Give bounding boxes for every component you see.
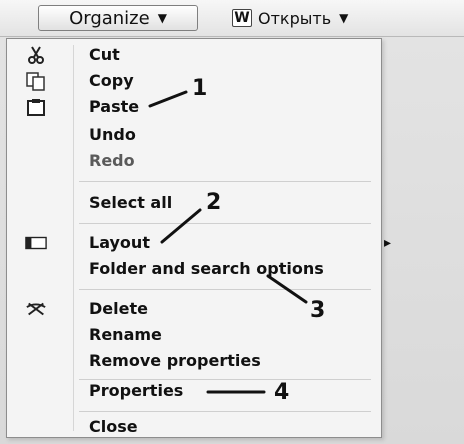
annotation-number-4: 4	[274, 380, 290, 405]
menu-item-label: Remove properties	[89, 351, 261, 370]
chevron-right-icon: ▸	[383, 235, 391, 251]
menu-item-label: Close	[89, 417, 138, 436]
menu-item-label: Cut	[89, 45, 120, 64]
word-icon: W	[232, 9, 252, 27]
menu-item-rename[interactable]: Rename	[7, 323, 383, 347]
menu-separator	[79, 289, 371, 290]
menu-item-label: Select all	[89, 193, 173, 212]
menu-item-label: Rename	[89, 325, 162, 344]
paste-icon	[25, 97, 47, 117]
open-button[interactable]: W Открыть ▼	[232, 5, 422, 31]
organize-button[interactable]: Organize ▼	[38, 5, 198, 31]
annotation-number-3: 3	[310, 298, 326, 323]
menu-item-undo[interactable]: Undo	[7, 123, 383, 147]
menu-item-close[interactable]: Close	[7, 415, 383, 439]
toolbar: Organize ▼ W Открыть ▼	[0, 0, 464, 37]
menu-separator	[79, 181, 371, 182]
menu-item-properties[interactable]: Properties	[7, 379, 383, 403]
scissors-icon	[25, 45, 47, 65]
menu-item-label: Delete	[89, 299, 148, 318]
menu-item-layout[interactable]: Layout ▸	[7, 231, 391, 255]
menu-item-label: Folder and search options	[89, 259, 324, 278]
menu-item-folder-and-search-options[interactable]: Folder and search options	[7, 257, 383, 281]
layout-icon	[25, 233, 47, 253]
copy-icon	[25, 71, 47, 91]
delete-icon	[25, 299, 47, 319]
menu-separator	[79, 223, 371, 224]
annotation-number-1: 1	[192, 76, 208, 101]
menu-item-label: Layout	[89, 233, 150, 252]
menu-item-cut[interactable]: Cut	[7, 43, 383, 67]
menu-item-redo[interactable]: Redo	[7, 149, 383, 173]
menu-item-label: Redo	[89, 151, 135, 170]
chevron-down-icon: ▼	[157, 11, 167, 25]
chevron-down-icon: ▼	[339, 11, 349, 25]
menu-item-select-all[interactable]: Select all	[7, 191, 383, 215]
menu-item-delete[interactable]: Delete	[7, 297, 383, 321]
menu-separator	[79, 411, 371, 412]
annotation-number-2: 2	[206, 190, 222, 215]
menu-item-label: Copy	[89, 71, 134, 90]
menu-item-label: Undo	[89, 125, 136, 144]
organize-label: Organize	[69, 7, 150, 29]
menu-item-label: Properties	[89, 381, 184, 400]
open-label: Открыть	[258, 8, 332, 28]
menu-item-label: Paste	[89, 97, 140, 116]
menu-item-remove-properties[interactable]: Remove properties	[7, 349, 383, 373]
